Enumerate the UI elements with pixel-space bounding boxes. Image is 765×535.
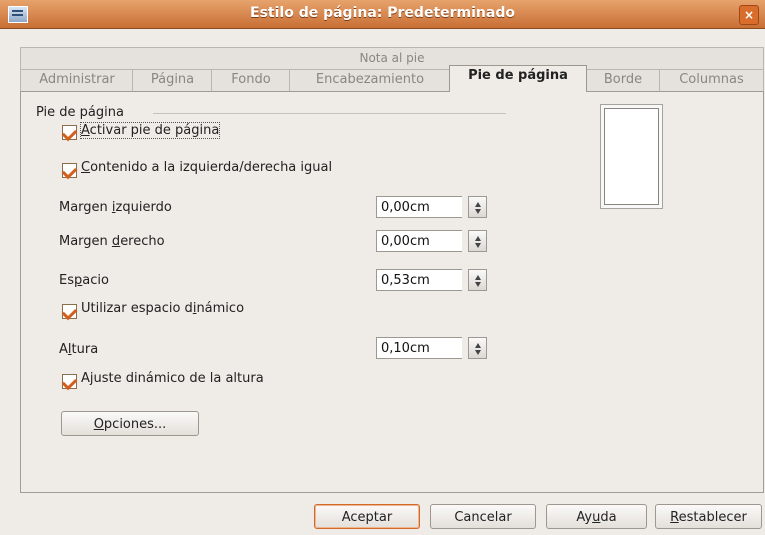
height-input[interactable]	[376, 337, 462, 359]
right-margin-spinner[interactable]	[376, 230, 491, 254]
spin-down-icon[interactable]	[475, 350, 481, 355]
tab-columnas[interactable]: Columnas	[659, 69, 764, 92]
close-button[interactable]: ×	[739, 5, 759, 25]
left-margin-label-a: Margen	[59, 200, 112, 215]
left-margin-input[interactable]	[376, 196, 462, 218]
tab-strip: Administrar Página Fondo Encabezamiento …	[20, 65, 764, 92]
height-label-b: tura	[71, 342, 99, 357]
right-margin-label-a: Margen	[59, 234, 112, 249]
dynamic-height-label-b: uste dinámico de la altura	[93, 371, 264, 386]
same-content-label[interactable]: Contenido a la izquierda/derecha igual	[81, 160, 332, 175]
spacing-spinner[interactable]	[376, 269, 491, 293]
spin-up-icon[interactable]	[475, 343, 481, 348]
height-spinner[interactable]	[376, 337, 491, 361]
dynamic-spacing-label-b: námico	[196, 301, 245, 316]
spin-down-icon[interactable]	[475, 209, 481, 214]
reset-button[interactable]: Restablecer	[655, 504, 762, 529]
left-margin-spinner[interactable]	[376, 196, 491, 220]
dynamic-height-label-a: A	[81, 371, 90, 386]
options-button-label: pciones...	[103, 417, 167, 432]
dynamic-height-label[interactable]: Ajuste dinámico de la altura	[81, 371, 264, 386]
title-bar: Estilo de página: Predeterminado ×	[0, 0, 765, 29]
options-button-mnemonic: O	[93, 417, 104, 432]
spacing-label-b: acio	[82, 273, 109, 288]
dynamic-spacing-checkbox[interactable]	[62, 304, 77, 319]
help-button-a: Ay	[576, 510, 593, 525]
section-divider	[153, 113, 506, 114]
tab-pagina[interactable]: Página	[132, 69, 213, 92]
spin-down-icon[interactable]	[475, 243, 481, 248]
right-margin-label-mnemonic: d	[111, 234, 121, 249]
cancel-button[interactable]: Cancelar	[430, 504, 536, 529]
tab-nota-al-pie[interactable]: Nota al pie	[20, 47, 764, 70]
tab-administrar[interactable]: Administrar	[20, 69, 134, 92]
spin-up-icon[interactable]	[475, 202, 481, 207]
spin-up-icon[interactable]	[475, 275, 481, 280]
right-margin-label-b: erecho	[120, 234, 165, 249]
accept-button[interactable]: Aceptar	[314, 504, 420, 529]
dynamic-height-checkbox[interactable]	[62, 374, 77, 389]
tab-encabezamiento[interactable]: Encabezamiento	[289, 69, 451, 92]
tab-pie-de-pagina[interactable]: Pie de página	[449, 65, 587, 92]
height-label-a: A	[59, 342, 68, 357]
help-button-b: da	[600, 510, 617, 525]
spacing-label: Espacio	[59, 273, 109, 288]
tab-nota-al-pie-label: Nota al pie	[359, 51, 425, 65]
spacing-label-a: Es	[59, 273, 74, 288]
right-margin-spin-buttons[interactable]	[468, 230, 487, 252]
activate-footer-label-text: ctivar pie de página	[89, 123, 220, 138]
right-margin-label: Margen derecho	[59, 234, 165, 249]
activate-footer-checkbox[interactable]	[62, 125, 77, 140]
activate-footer-label[interactable]: Activar pie de página	[79, 122, 221, 139]
height-label: Altura	[59, 342, 98, 357]
spacing-spin-buttons[interactable]	[468, 269, 487, 291]
dynamic-spacing-label[interactable]: Utilizar espacio dinámico	[81, 301, 244, 316]
window-title: Estilo de página: Predeterminado	[250, 5, 515, 21]
right-margin-input[interactable]	[376, 230, 462, 252]
same-content-label-text: ontenido a la izquierda/derecha igual	[90, 160, 333, 175]
left-margin-label-b: zquierdo	[115, 200, 172, 215]
tab-borde[interactable]: Borde	[585, 69, 661, 92]
dynamic-spacing-label-a: Utilizar espacio d	[81, 301, 193, 316]
spin-down-icon[interactable]	[475, 282, 481, 287]
tab-fondo[interactable]: Fondo	[211, 69, 291, 92]
left-margin-label: Margen izquierdo	[59, 200, 172, 215]
section-title: Pie de página	[36, 105, 124, 120]
reset-button-label: establecer	[678, 510, 747, 525]
same-content-label-mnemonic: C	[81, 160, 91, 175]
height-spin-buttons[interactable]	[468, 337, 487, 359]
options-button[interactable]: Opciones...	[61, 411, 199, 436]
activate-footer-label-mnemonic: A	[81, 123, 90, 138]
page-preview	[604, 108, 659, 205]
spin-up-icon[interactable]	[475, 236, 481, 241]
spacing-input[interactable]	[376, 269, 462, 291]
left-margin-spin-buttons[interactable]	[468, 196, 487, 218]
same-content-checkbox[interactable]	[62, 163, 77, 178]
help-button[interactable]: Ayuda	[546, 504, 647, 529]
reset-button-mnemonic: R	[670, 510, 679, 525]
